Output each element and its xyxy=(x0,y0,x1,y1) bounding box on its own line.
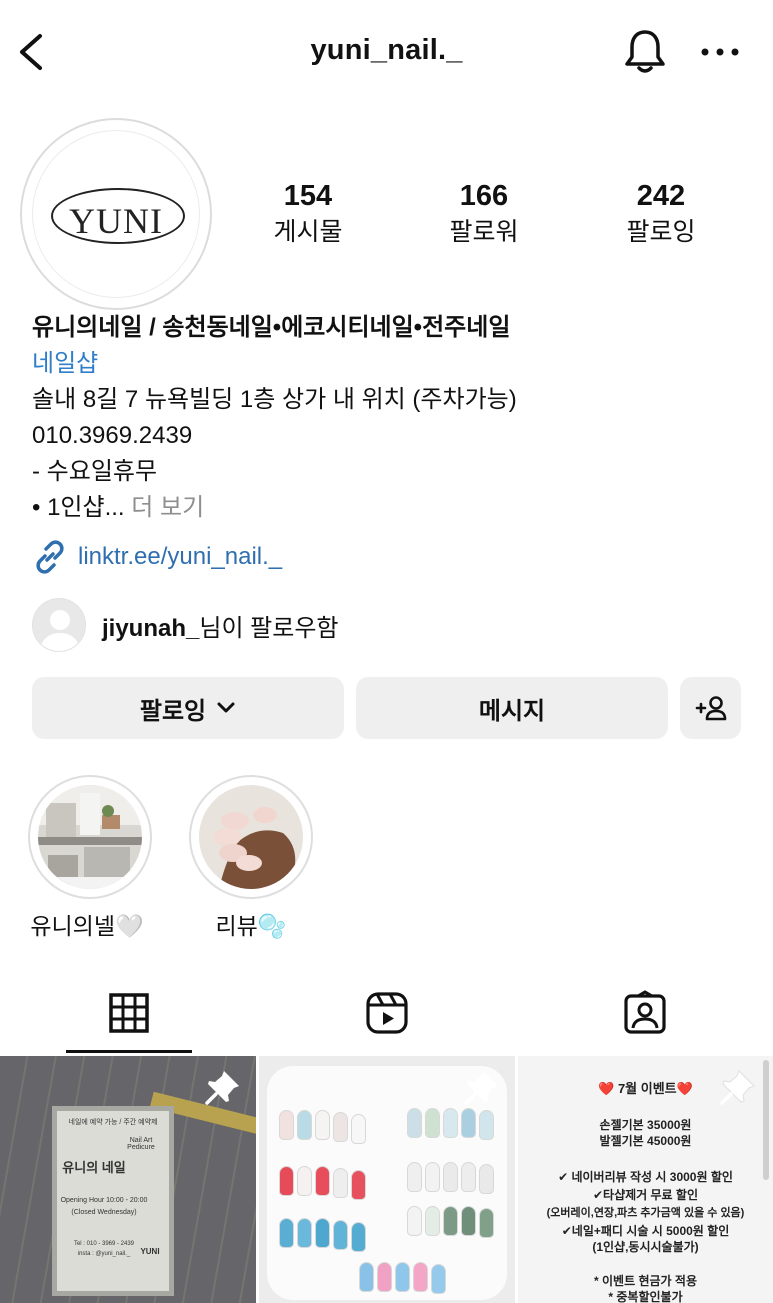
event-line: (오버레이,연장,파츠 추가금액 있을 수 있음) xyxy=(546,1207,745,1219)
sign-closed: (Closed Wednesday) xyxy=(71,1209,137,1216)
pinned-icon xyxy=(205,1071,239,1105)
highlight-label: 리뷰🫧 xyxy=(215,913,287,939)
follower-avatar xyxy=(32,598,86,652)
stat-label: 팔로워 xyxy=(449,218,519,246)
post-tile[interactable]: ❤️ 7월 이벤트❤️ 손젤기본 35000원 발젤기본 45000원 ✔ 네이… xyxy=(518,1056,773,1303)
post-tile[interactable] xyxy=(259,1056,515,1303)
shop-sign-photo: 네일에 예약 가능 / 주간 예약제 Nail Art Pedicure 유니의… xyxy=(52,1106,174,1296)
highlight-ring xyxy=(189,775,313,899)
event-line: (1인샵,동시시술불가) xyxy=(592,1240,699,1254)
highlight-label: 유니의넬🤍 xyxy=(30,913,144,939)
content-tabs xyxy=(0,982,773,1054)
stat-label: 게시물 xyxy=(273,218,343,246)
highlight-ring xyxy=(28,775,152,899)
more-options-icon[interactable] xyxy=(698,34,742,70)
bio-phone: 010.3969.2439 xyxy=(32,422,193,449)
post-tile[interactable]: 네일에 예약 가능 / 주간 예약제 Nail Art Pedicure 유니의… xyxy=(0,1056,256,1303)
bio-name: 유니의네일 / 송천동네일•에코시티네일•전주네일 xyxy=(32,314,511,341)
top-bar: yuni_nail._ xyxy=(0,0,773,110)
followed-by-suffix: 님이 팔로우함 xyxy=(199,614,339,642)
followers-count[interactable]: 166 팔로워 xyxy=(409,178,559,248)
highlight-yuni[interactable]: 유니의넬🤍 xyxy=(28,775,152,941)
profile-link[interactable]: linktr.ee/yuni_nail._ xyxy=(32,538,282,576)
sign-shop-name: 유니의 네일 xyxy=(62,1160,126,1175)
avatar-image: YUNI xyxy=(32,130,200,298)
sign-side-text: Nail Art Pedicure xyxy=(127,1137,155,1151)
posts-count[interactable]: 154 게시물 xyxy=(233,178,383,248)
sign-hours: Opening Hour 10:00 - 20:00 xyxy=(60,1197,148,1204)
post-grid: 네일에 예약 가능 / 주간 예약제 Nail Art Pedicure 유니의… xyxy=(0,1056,773,1303)
profile-avatar[interactable]: YUNI xyxy=(20,118,212,310)
followed-by-text: jiyunah_님이 팔로우함 xyxy=(102,608,339,643)
tagged-icon xyxy=(623,990,666,1034)
stat-value: 166 xyxy=(459,180,509,212)
link-text[interactable]: linktr.ee/yuni_nail._ xyxy=(78,543,282,571)
pinned-icon xyxy=(720,1070,755,1105)
pinned-icon xyxy=(464,1071,498,1105)
bio-category[interactable]: 네일샵 xyxy=(32,346,752,382)
message-button-label: 메시지 xyxy=(478,697,546,725)
logo-text: YUNI xyxy=(69,201,163,241)
highlight-cover xyxy=(199,785,303,889)
event-line: 발젤기본 45000원 xyxy=(599,1134,692,1148)
bio-truncated-text: • 1인샵... xyxy=(32,494,125,521)
highlight-review[interactable]: 리뷰🫧 xyxy=(189,775,313,941)
event-line: * 중복할인불가 xyxy=(608,1290,683,1303)
tab-tagged[interactable] xyxy=(516,982,773,1054)
message-button[interactable]: 메시지 xyxy=(356,677,668,739)
stat-value: 242 xyxy=(636,180,686,212)
active-tab-indicator xyxy=(66,1050,192,1053)
tab-grid[interactable] xyxy=(0,982,257,1054)
sign-small-text: 네일에 예약 가능 / 주간 예약제 xyxy=(68,1119,158,1126)
suggest-people-button[interactable] xyxy=(680,677,741,739)
grid-icon xyxy=(108,993,149,1033)
event-line: ✔타샵제거 무료 할인 xyxy=(592,1188,699,1202)
followed-by[interactable]: jiyunah_님이 팔로우함 xyxy=(32,598,339,652)
bell-icon[interactable] xyxy=(622,27,668,75)
following-button-label: 팔로잉 xyxy=(139,697,207,725)
bio-truncated-line: • 1인샵... 더 보기 xyxy=(32,490,752,526)
sign-logo: YUNI xyxy=(140,1247,160,1256)
following-button[interactable]: 팔로잉 xyxy=(32,677,344,739)
highlight-cover xyxy=(38,785,142,889)
bio-closed-day: - 수요일휴무 xyxy=(32,458,158,485)
chevron-down-icon xyxy=(217,702,235,713)
add-person-icon xyxy=(695,696,726,721)
profile-bio: 유니의네일 / 송천동네일•에코시티네일•전주네일 네일샵 솔내 8길 7 뉴욕… xyxy=(32,310,752,526)
following-count[interactable]: 242 팔로잉 xyxy=(586,178,736,248)
reels-icon xyxy=(365,992,408,1034)
event-line: * 이벤트 현금가 적용 xyxy=(594,1274,697,1288)
stat-value: 154 xyxy=(283,180,333,212)
event-line: ✔네일+패디 시술 시 5000원 할인 xyxy=(561,1224,730,1238)
event-line: 손젤기본 35000원 xyxy=(599,1118,692,1132)
follower-username[interactable]: jiyunah_ xyxy=(102,615,199,642)
tab-reels[interactable] xyxy=(258,982,515,1054)
link-icon xyxy=(36,540,64,574)
bio-more-link[interactable]: 더 보기 xyxy=(131,494,204,521)
stat-label: 팔로잉 xyxy=(626,218,696,246)
bio-address: 솔내 8길 7 뉴욕빌딩 1층 상가 내 위치 (주차가능) xyxy=(32,386,517,413)
event-line: ✔ 네이버리뷰 작성 시 3000원 할인 xyxy=(558,1170,733,1184)
